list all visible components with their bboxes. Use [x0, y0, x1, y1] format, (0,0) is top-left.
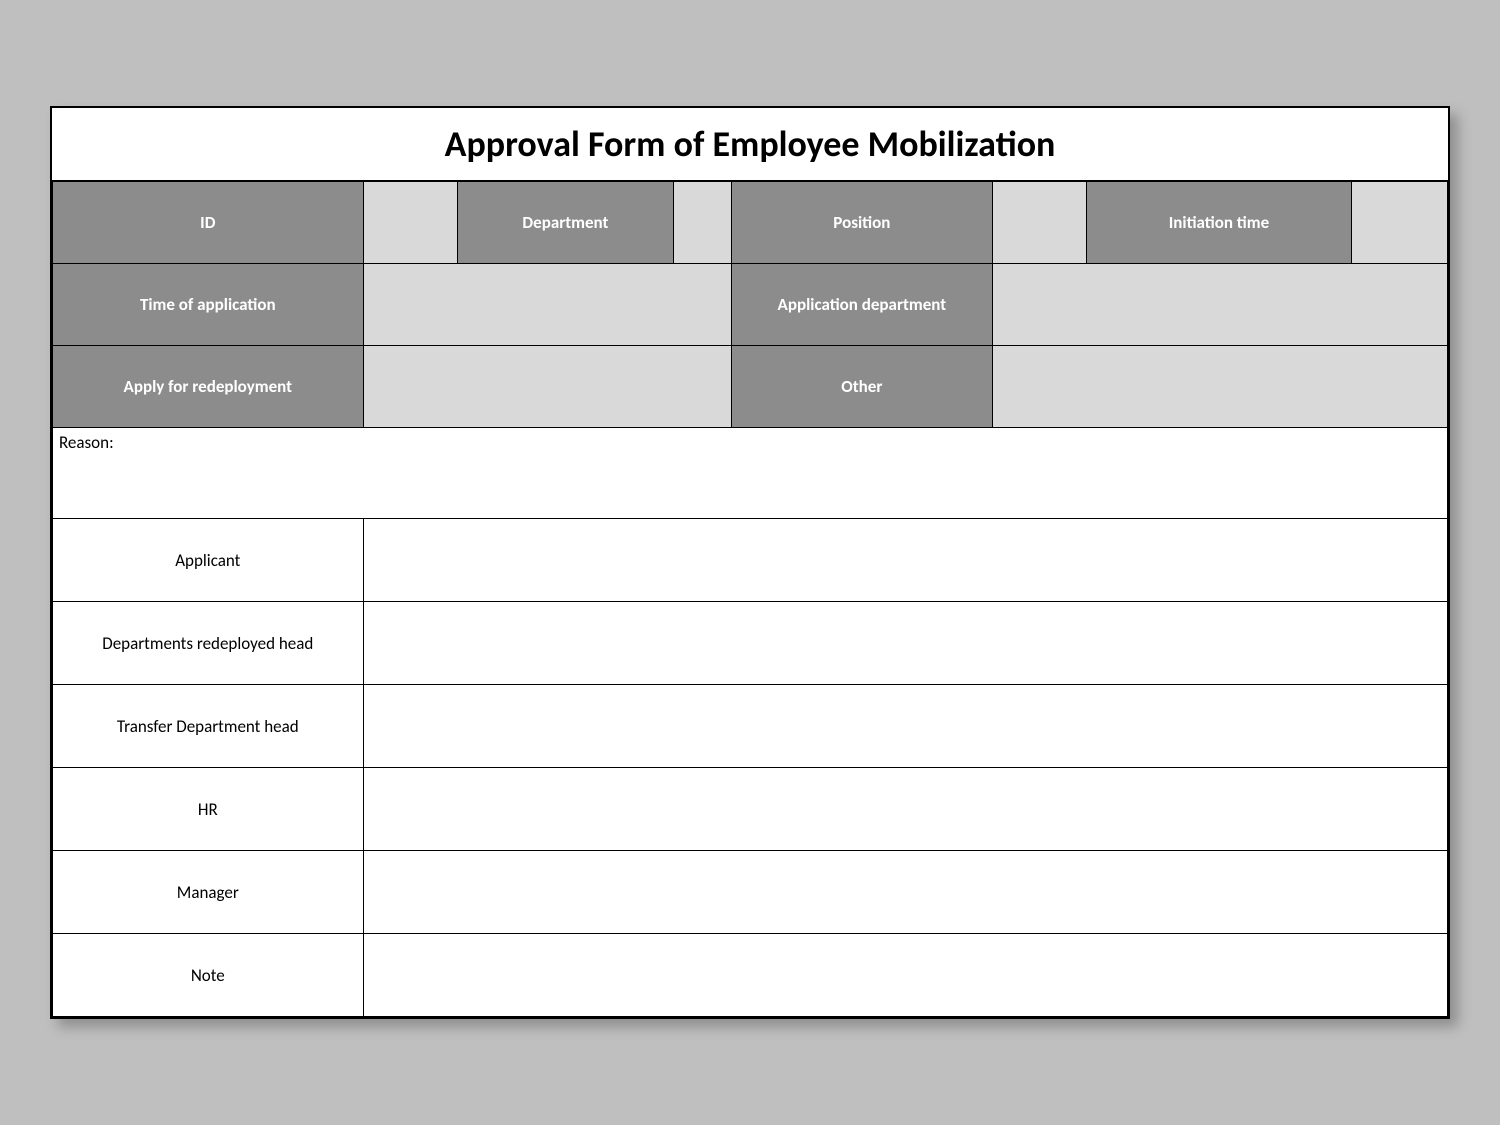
form-title: Approval Form of Employee Mobilization	[52, 108, 1448, 181]
time-application-value[interactable]	[363, 264, 731, 346]
form-table: ID Department Position Initiation time T…	[52, 181, 1448, 1017]
reason-row: Reason:	[53, 428, 1448, 519]
note-value[interactable]	[363, 934, 1447, 1017]
redeployment-value[interactable]	[363, 346, 731, 428]
note-label: Note	[53, 934, 364, 1017]
manager-value[interactable]	[363, 851, 1447, 934]
id-value[interactable]	[363, 182, 457, 264]
other-value[interactable]	[993, 346, 1448, 428]
application-department-value[interactable]	[993, 264, 1448, 346]
header-row-3: Apply for redeployment Other	[53, 346, 1448, 428]
position-label: Position	[731, 182, 992, 264]
applicant-label: Applicant	[53, 519, 364, 602]
initiation-value[interactable]	[1351, 182, 1447, 264]
manager-row: Manager	[53, 851, 1448, 934]
application-department-label: Application department	[731, 264, 992, 346]
manager-label: Manager	[53, 851, 364, 934]
initiation-label: Initiation time	[1087, 182, 1352, 264]
header-row-2: Time of application Application departme…	[53, 264, 1448, 346]
transfer-head-value[interactable]	[363, 685, 1447, 768]
position-value[interactable]	[993, 182, 1087, 264]
hr-value[interactable]	[363, 768, 1447, 851]
redeployed-head-value[interactable]	[363, 602, 1447, 685]
redeployed-head-label: Departments redeployed head	[53, 602, 364, 685]
hr-row: HR	[53, 768, 1448, 851]
transfer-head-label: Transfer Department head	[53, 685, 364, 768]
form-container: Approval Form of Employee Mobilization I…	[50, 106, 1450, 1019]
transfer-head-row: Transfer Department head	[53, 685, 1448, 768]
reason-cell[interactable]: Reason:	[53, 428, 1448, 519]
note-row: Note	[53, 934, 1448, 1017]
id-label: ID	[53, 182, 364, 264]
time-application-label: Time of application	[53, 264, 364, 346]
applicant-row: Applicant	[53, 519, 1448, 602]
hr-label: HR	[53, 768, 364, 851]
redeployment-label: Apply for redeployment	[53, 346, 364, 428]
redeployed-head-row: Departments redeployed head	[53, 602, 1448, 685]
applicant-value[interactable]	[363, 519, 1447, 602]
department-value[interactable]	[674, 182, 732, 264]
department-label: Department	[457, 182, 673, 264]
header-row-1: ID Department Position Initiation time	[53, 182, 1448, 264]
other-label: Other	[731, 346, 992, 428]
